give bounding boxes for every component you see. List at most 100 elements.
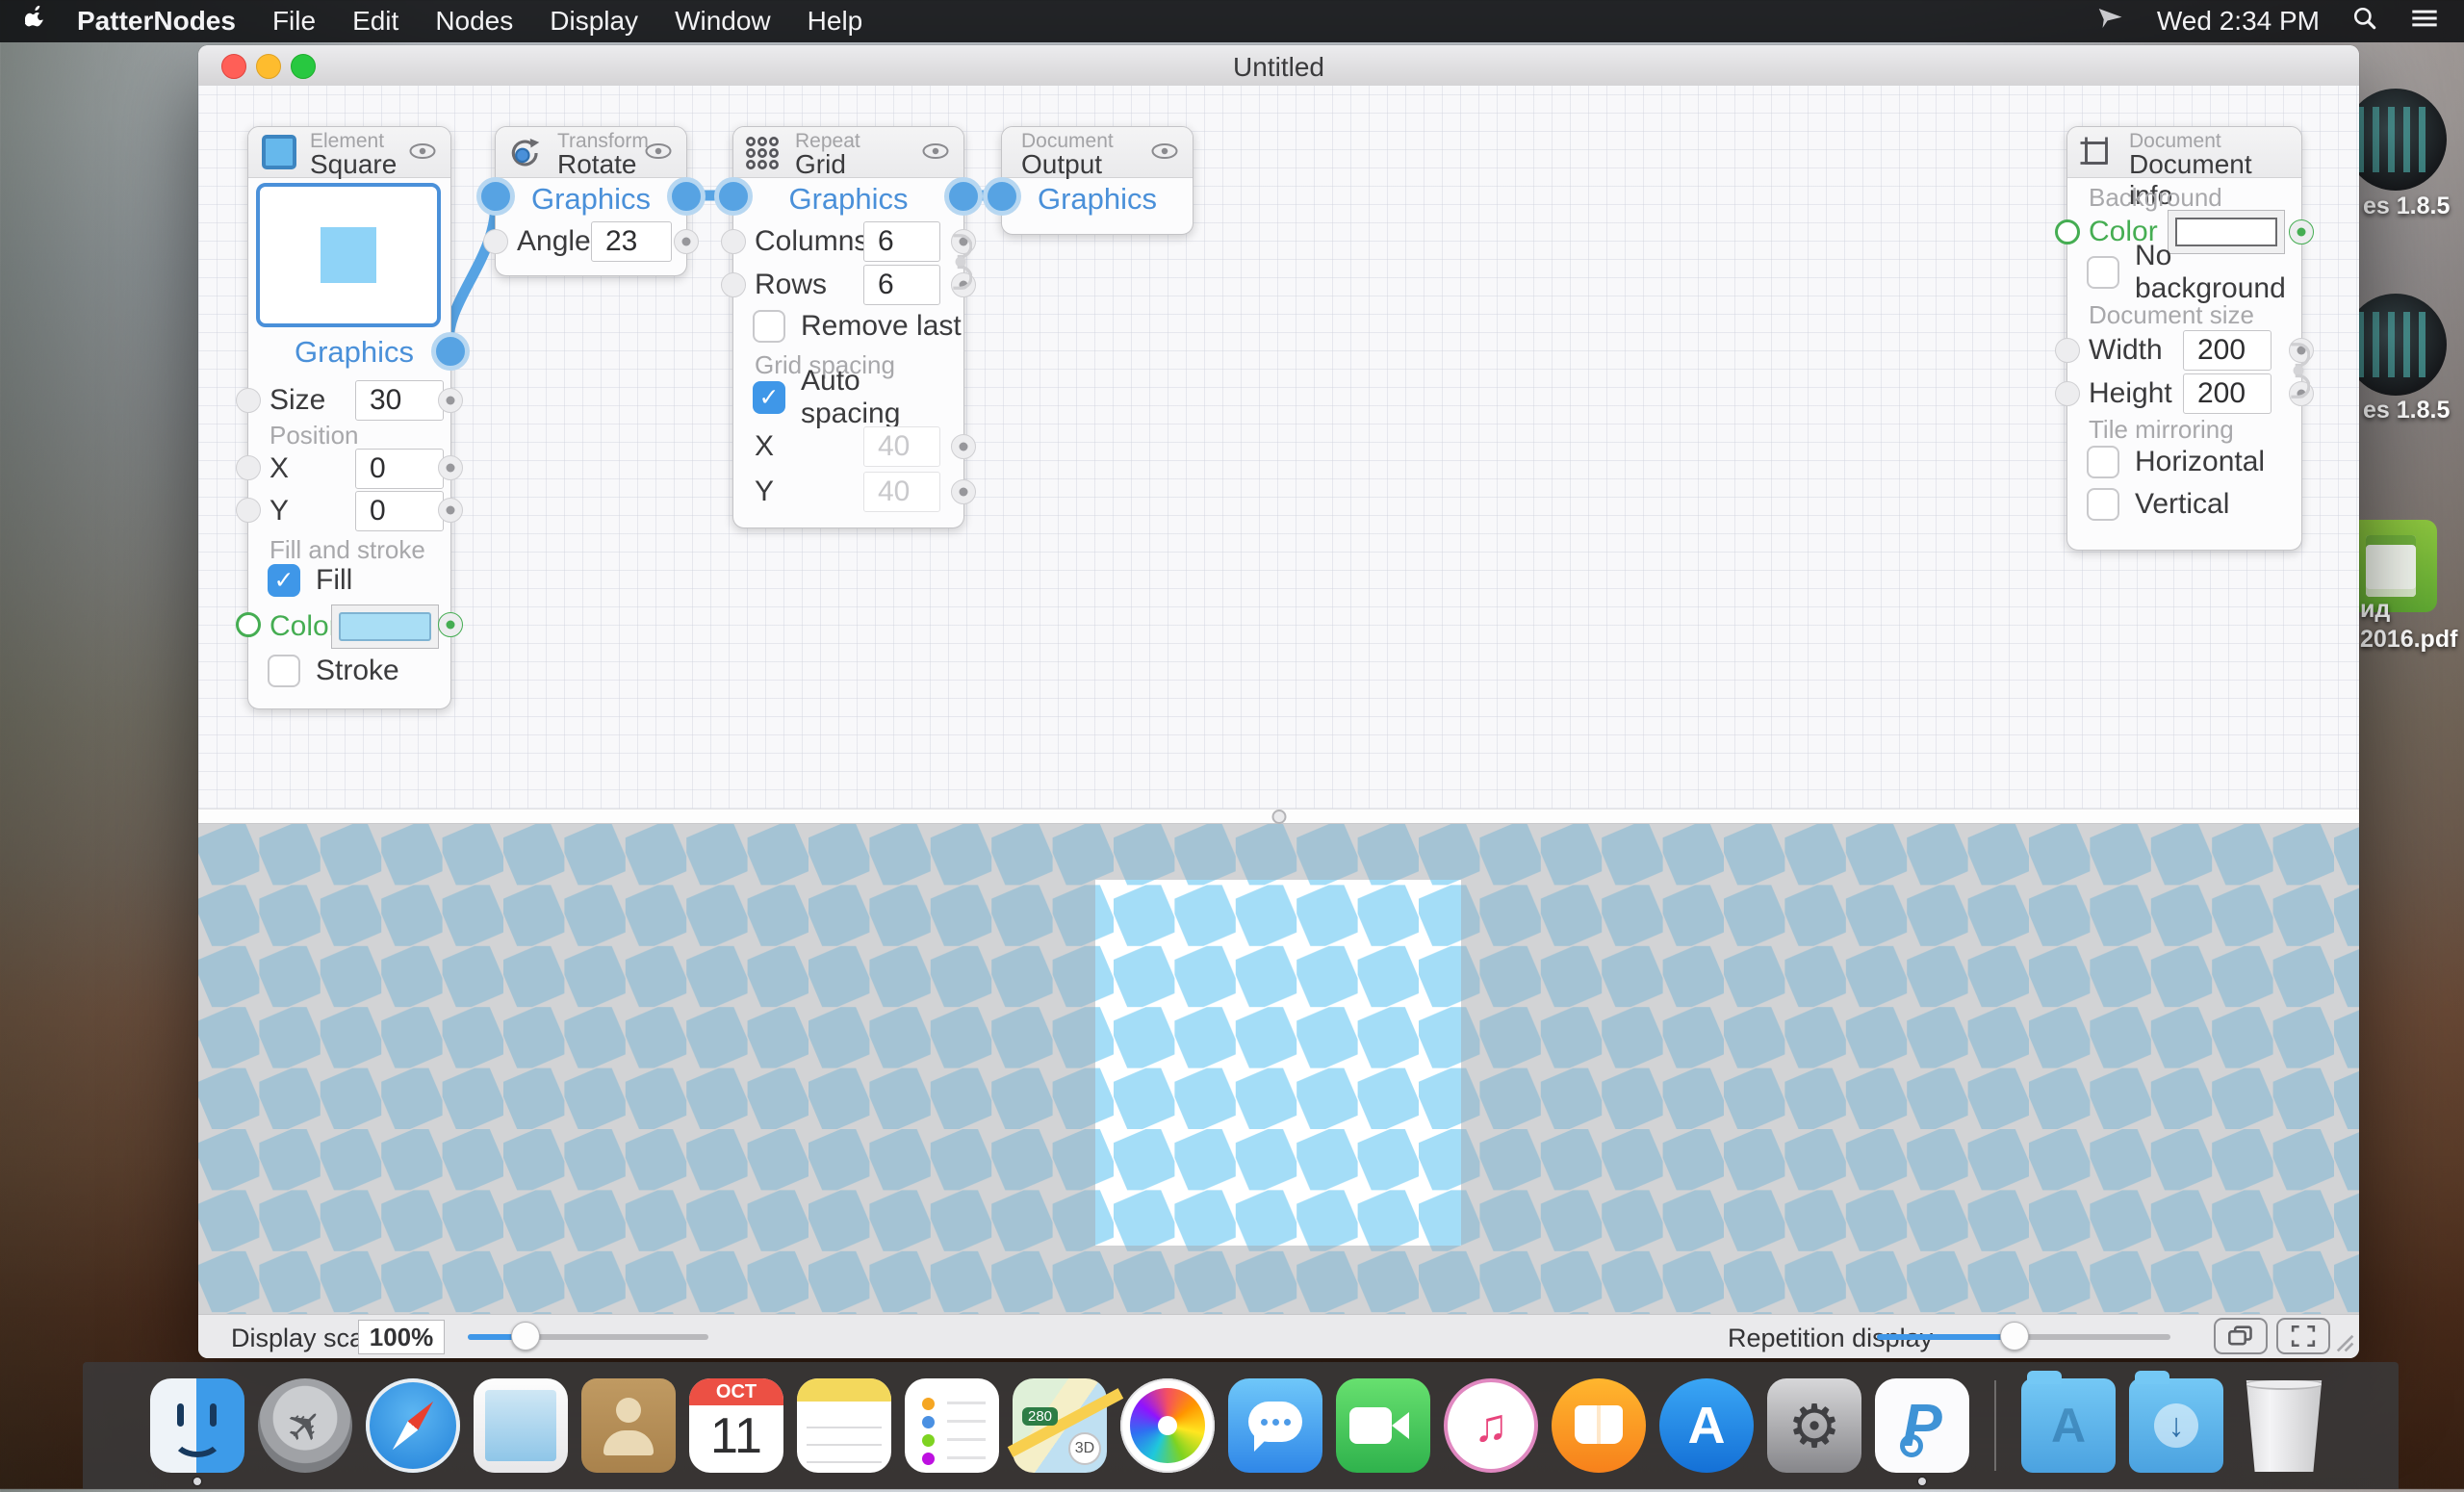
horizontal-mirror-checkbox[interactable]	[2087, 446, 2119, 478]
menu-display[interactable]: Display	[550, 6, 638, 37]
x-input-port[interactable]	[236, 455, 261, 480]
node-output-header[interactable]: Document Output	[1002, 127, 1193, 178]
menu-file[interactable]: File	[272, 6, 316, 37]
node-grid[interactable]: Repeat Grid Graphics Columns 6 Rows 6 Re…	[732, 126, 964, 528]
dock-reminders[interactable]	[905, 1378, 999, 1473]
color-input-port[interactable]	[236, 612, 261, 637]
y-input[interactable]: 0	[355, 491, 444, 531]
y-input-port[interactable]	[236, 498, 261, 523]
spacing-y-output-port[interactable]	[951, 479, 976, 504]
window-resize-grip[interactable]	[2330, 1328, 2355, 1358]
stroke-checkbox[interactable]	[268, 655, 300, 687]
fill-checkbox[interactable]	[268, 564, 300, 597]
no-background-checkbox[interactable]	[2087, 256, 2119, 289]
desktop-icon-dmg-1[interactable]	[2345, 89, 2447, 191]
desktop-icon-dmg-2[interactable]	[2345, 294, 2447, 396]
fullscreen-preview-button[interactable]	[2276, 1318, 2330, 1354]
width-input[interactable]: 200	[2183, 330, 2272, 371]
menu-help[interactable]: Help	[808, 6, 863, 37]
menu-window[interactable]: Window	[675, 6, 771, 37]
eye-icon[interactable]	[644, 141, 673, 166]
color-output-port[interactable]	[438, 612, 463, 637]
desktop-icon-label[interactable]: es 1.8.5	[2363, 193, 2450, 220]
height-input[interactable]: 200	[2183, 373, 2272, 414]
dock-launchpad[interactable]: ✈	[258, 1378, 352, 1473]
spacing-x-output-port[interactable]	[951, 434, 976, 459]
dock-notes[interactable]	[797, 1378, 891, 1473]
menu-nodes[interactable]: Nodes	[435, 6, 513, 37]
node-square[interactable]: Element Square Graphics Size 30 Position…	[247, 126, 451, 709]
dock-downloads-folder[interactable]: ↓	[2129, 1378, 2223, 1473]
columns-input-port[interactable]	[721, 229, 746, 254]
node-canvas[interactable]: Element Square Graphics Size 30 Position…	[198, 86, 2359, 809]
graphics-output-port[interactable]	[944, 177, 983, 216]
dock-mail[interactable]	[474, 1378, 568, 1473]
node-document-info[interactable]: Document Document info Background Color …	[2066, 126, 2302, 551]
dock-safari[interactable]	[366, 1378, 460, 1473]
node-grid-header[interactable]: Repeat Grid	[733, 127, 963, 178]
node-document-info-header[interactable]: Document Document info	[2067, 127, 2301, 178]
desktop-icon-label[interactable]: ид 2016.pdf	[2360, 595, 2462, 655]
size-output-port[interactable]	[438, 388, 463, 413]
size-input[interactable]: 30	[355, 380, 444, 421]
node-rotate[interactable]: Transform Rotate Graphics Angle 23	[495, 126, 687, 276]
repetition-display-slider-thumb[interactable]	[2000, 1322, 2029, 1351]
dock-system-preferences[interactable]: ⚙	[1767, 1378, 1861, 1473]
angle-input-port[interactable]	[483, 229, 508, 254]
dock-finder[interactable]	[150, 1378, 244, 1473]
x-input[interactable]: 0	[355, 449, 444, 489]
dock-calendar[interactable]: OCT 11	[689, 1378, 783, 1473]
dock-trash[interactable]	[2237, 1378, 2331, 1473]
eye-icon[interactable]	[1150, 141, 1179, 166]
dock-messages[interactable]	[1228, 1378, 1322, 1473]
dock-contacts[interactable]	[581, 1378, 676, 1473]
spotlight-icon[interactable]	[2352, 6, 2377, 38]
width-input-port[interactable]	[2055, 338, 2080, 363]
link-columns-rows-icon[interactable]	[949, 227, 972, 301]
divider-handle[interactable]	[1271, 810, 1286, 824]
graphics-input-port[interactable]	[476, 177, 515, 216]
background-color-input-port[interactable]	[2055, 219, 2080, 244]
graphics-output-port[interactable]	[667, 177, 706, 216]
notification-center-icon[interactable]	[2410, 6, 2439, 37]
dock-maps[interactable]: 280 3D	[1013, 1378, 1107, 1473]
node-square-header[interactable]: Element Square	[248, 127, 450, 178]
dock-itunes[interactable]: ♫	[1444, 1378, 1538, 1473]
angle-input[interactable]: 23	[591, 221, 672, 262]
dock-ibooks[interactable]	[1552, 1378, 1646, 1473]
fill-color-swatch[interactable]	[331, 605, 439, 649]
dock-patternodes[interactable]: P	[1875, 1378, 1969, 1473]
patternodes-statusbar-icon[interactable]	[2095, 6, 2124, 38]
angle-output-port[interactable]	[674, 229, 699, 254]
remove-last-checkbox[interactable]	[753, 310, 785, 343]
spacing-x-input[interactable]: 40	[863, 426, 940, 467]
tile-view-button[interactable]	[2214, 1318, 2268, 1354]
dock-facetime[interactable]	[1336, 1378, 1430, 1473]
y-output-port[interactable]	[438, 498, 463, 523]
link-width-height-icon[interactable]	[2287, 336, 2310, 410]
canvas-preview-divider[interactable]	[198, 809, 2359, 824]
size-input-port[interactable]	[236, 388, 261, 413]
x-output-port[interactable]	[438, 455, 463, 480]
apple-menu[interactable]	[25, 6, 44, 37]
title-bar[interactable]: Untitled	[198, 45, 2359, 87]
menu-app-name[interactable]: PatterNodes	[77, 6, 236, 37]
graphics-output-port[interactable]	[431, 332, 470, 371]
spacing-y-input[interactable]: 40	[863, 472, 940, 512]
desktop-icon-label[interactable]: es 1.8.5	[2363, 397, 2450, 424]
height-input-port[interactable]	[2055, 381, 2080, 406]
node-output[interactable]: Document Output Graphics	[1001, 126, 1194, 235]
rows-input-port[interactable]	[721, 272, 746, 297]
node-rotate-header[interactable]: Transform Rotate	[496, 127, 686, 178]
dock-photos[interactable]	[1120, 1378, 1215, 1473]
display-scaling-slider-thumb[interactable]	[511, 1322, 540, 1351]
menu-clock[interactable]: Wed 2:34 PM	[2157, 6, 2320, 37]
pattern-preview-pane[interactable]	[198, 824, 2359, 1314]
columns-input[interactable]: 6	[863, 221, 940, 262]
vertical-mirror-checkbox[interactable]	[2087, 488, 2119, 521]
eye-icon[interactable]	[408, 141, 437, 166]
rows-input[interactable]: 6	[863, 265, 940, 305]
graphics-input-port[interactable]	[714, 177, 753, 216]
menu-edit[interactable]: Edit	[352, 6, 398, 37]
eye-icon[interactable]	[921, 141, 950, 166]
